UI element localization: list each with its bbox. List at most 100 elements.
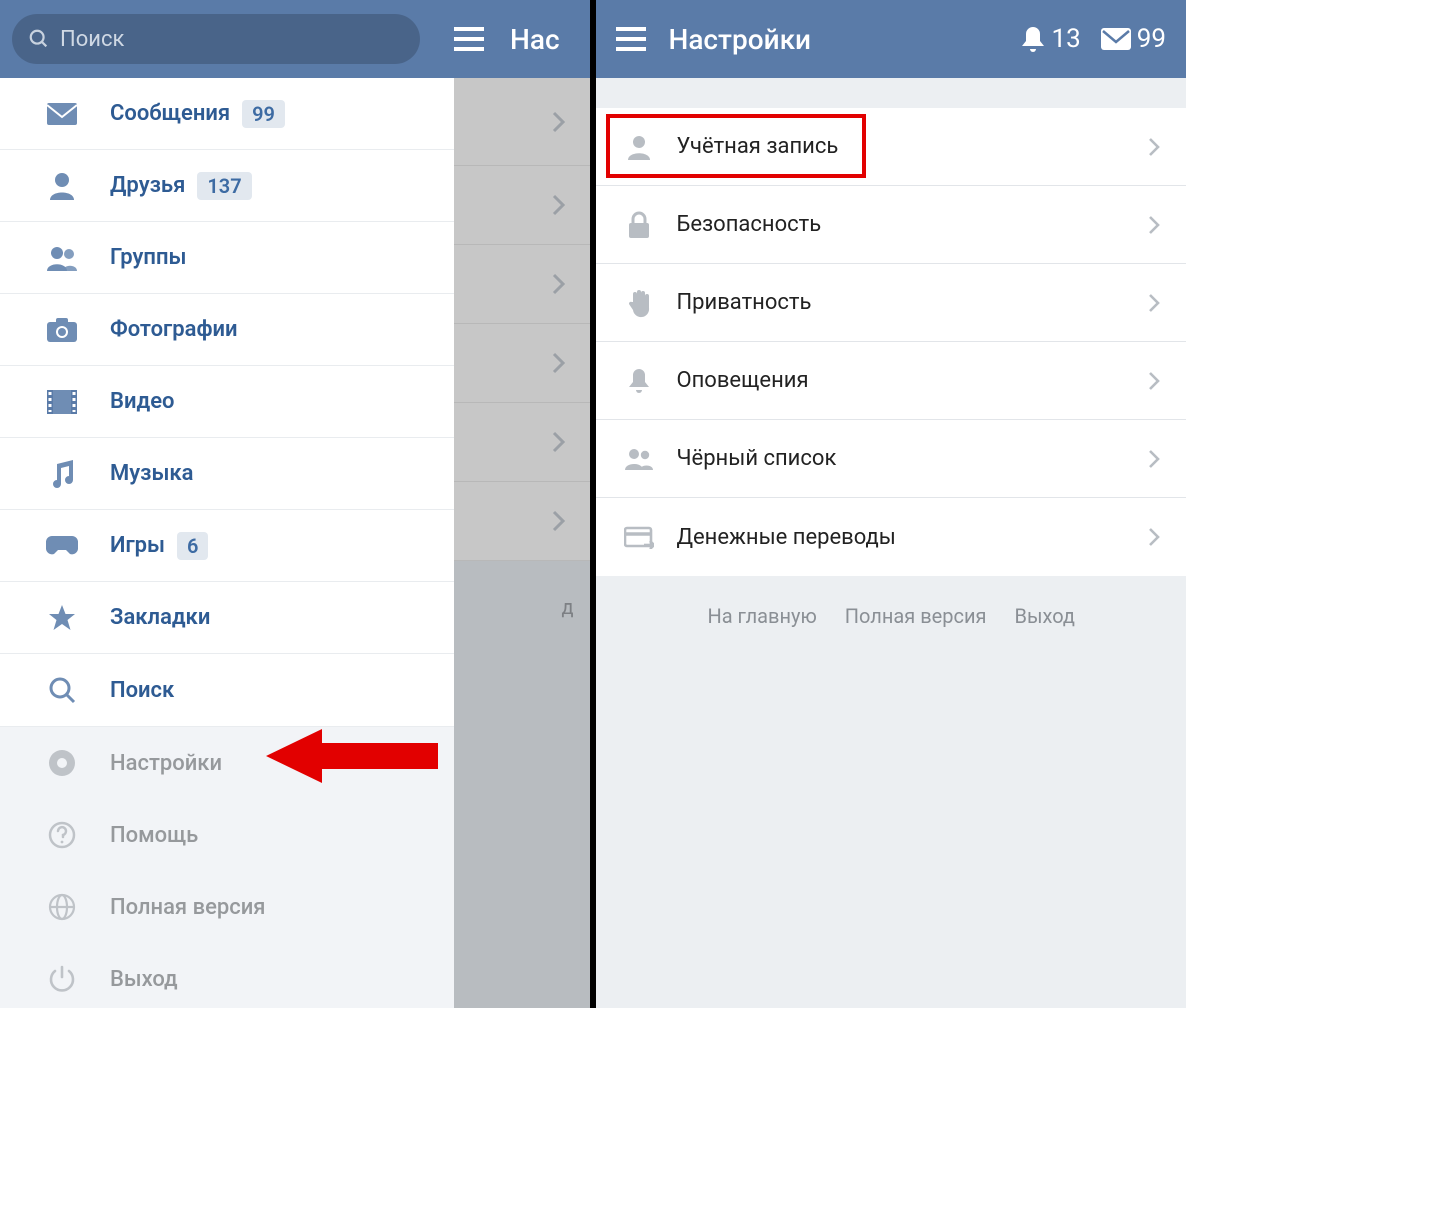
chevron-right-icon (1148, 137, 1160, 157)
chevron-right-icon (1148, 215, 1160, 235)
mail-icon (40, 103, 84, 125)
footer-links: На главную Полная версия Выход (596, 576, 1186, 656)
dim-row (454, 403, 590, 482)
sidebar-item-games[interactable]: Игры 6 (0, 510, 454, 582)
hamburger-icon (616, 27, 646, 51)
sidebar-item-exit[interactable]: Выход (0, 943, 454, 1008)
music-icon (40, 460, 84, 488)
dimmed-underlay: д (454, 78, 590, 1008)
page-title-left: Нас (510, 23, 560, 56)
left-body: Сообщения 99 Друзья 137 Группы (0, 78, 590, 1008)
settings-item-label: Чёрный список (676, 446, 1148, 471)
search-icon (28, 28, 50, 50)
chevron-right-icon (552, 431, 566, 453)
sidebar-item-fullversion[interactable]: Полная версия (0, 871, 454, 943)
left-header: Поиск Нас (0, 0, 590, 78)
settings-list: Учётная запись Безопасность Приватность (596, 108, 1186, 576)
bell-icon (1020, 25, 1046, 53)
footer-exit-link[interactable]: Выход (1014, 604, 1075, 628)
sidebar-item-label: Выход (110, 967, 178, 992)
people-icon (618, 447, 660, 471)
footer-full-link[interactable]: Полная версия (845, 604, 987, 628)
sidebar-item-label: Сообщения (110, 101, 230, 126)
sidebar-item-label: Фотографии (110, 317, 238, 342)
sidebar-item-label: Музыка (110, 461, 194, 486)
dim-row (454, 245, 590, 324)
sidebar-item-bookmarks[interactable]: Закладки (0, 582, 454, 654)
sidebar-item-search[interactable]: Поиск (0, 654, 454, 726)
dim-row (454, 166, 590, 245)
sidebar: Сообщения 99 Друзья 137 Группы (0, 78, 454, 1008)
mail-icon (1101, 28, 1131, 50)
sidebar-item-label: Игры (110, 533, 165, 558)
sidebar-item-settings[interactable]: Настройки (0, 727, 454, 799)
gear-icon (40, 749, 84, 777)
sidebar-secondary: Настройки Помощь (0, 726, 454, 1008)
footer-home-link[interactable]: На главную (707, 604, 816, 628)
power-icon (40, 965, 84, 993)
search-input[interactable]: Поиск (12, 14, 420, 64)
search-placeholder: Поиск (60, 27, 124, 52)
sidebar-item-label: Настройки (110, 751, 222, 776)
badge: 137 (197, 172, 251, 200)
dim-row (454, 78, 590, 166)
games-icon (40, 536, 84, 556)
chevron-right-icon (552, 111, 566, 133)
sidebar-item-photos[interactable]: Фотографии (0, 294, 454, 366)
help-icon (40, 821, 84, 849)
person-icon (618, 133, 660, 161)
sidebar-item-label: Друзья (110, 173, 185, 198)
sidebar-item-video[interactable]: Видео (0, 366, 454, 438)
settings-item-label: Денежные переводы (676, 525, 1148, 550)
dim-footer-text: д (561, 595, 573, 619)
chevron-right-icon (552, 194, 566, 216)
chevron-right-icon (1148, 449, 1160, 469)
arrow-annotation (266, 727, 438, 789)
sidebar-item-label: Помощь (110, 823, 198, 848)
sidebar-item-friends[interactable]: Друзья 137 (0, 150, 454, 222)
dim-row (454, 482, 590, 561)
menu-button[interactable] (616, 27, 646, 51)
settings-item-notifications[interactable]: Оповещения (596, 342, 1186, 420)
settings-item-blacklist[interactable]: Чёрный список (596, 420, 1186, 498)
star-icon (40, 604, 84, 632)
chevron-right-icon (552, 273, 566, 295)
hand-icon (618, 288, 660, 318)
chevron-right-icon (552, 510, 566, 532)
settings-item-account[interactable]: Учётная запись (596, 108, 1186, 186)
globe-icon (40, 893, 84, 921)
chevron-right-icon (1148, 527, 1160, 547)
lock-icon (618, 211, 660, 239)
groups-icon (40, 245, 84, 271)
messages-button[interactable]: 99 (1101, 24, 1166, 54)
badge: 99 (242, 100, 285, 128)
notifications-button[interactable]: 13 (1020, 24, 1081, 54)
settings-item-privacy[interactable]: Приватность (596, 264, 1186, 342)
badge: 6 (177, 532, 208, 560)
chevron-right-icon (1148, 293, 1160, 313)
settings-item-label: Оповещения (676, 368, 1148, 393)
left-pane: Поиск Нас Сообщения 99 (0, 0, 590, 1008)
sidebar-item-messages[interactable]: Сообщения 99 (0, 78, 454, 150)
sidebar-item-label: Видео (110, 389, 175, 414)
sidebar-item-label: Закладки (110, 605, 210, 630)
chevron-right-icon (552, 352, 566, 374)
settings-item-security[interactable]: Безопасность (596, 186, 1186, 264)
settings-item-label: Учётная запись (676, 134, 1148, 159)
card-icon (618, 525, 660, 549)
right-body: Учётная запись Безопасность Приватность (596, 78, 1186, 1008)
sidebar-item-groups[interactable]: Группы (0, 222, 454, 294)
settings-item-transfers[interactable]: Денежные переводы (596, 498, 1186, 576)
camera-icon (40, 318, 84, 342)
sidebar-item-music[interactable]: Музыка (0, 438, 454, 510)
sidebar-item-help[interactable]: Помощь (0, 799, 454, 871)
messages-count: 99 (1137, 24, 1166, 54)
dim-row (454, 324, 590, 403)
sidebar-item-label: Полная версия (110, 895, 266, 920)
page-title: Настройки (668, 23, 811, 56)
notifications-count: 13 (1052, 24, 1081, 54)
video-icon (40, 390, 84, 414)
settings-item-label: Безопасность (676, 212, 1148, 237)
dim-footer: д (454, 561, 590, 1008)
menu-button[interactable] (454, 27, 484, 51)
